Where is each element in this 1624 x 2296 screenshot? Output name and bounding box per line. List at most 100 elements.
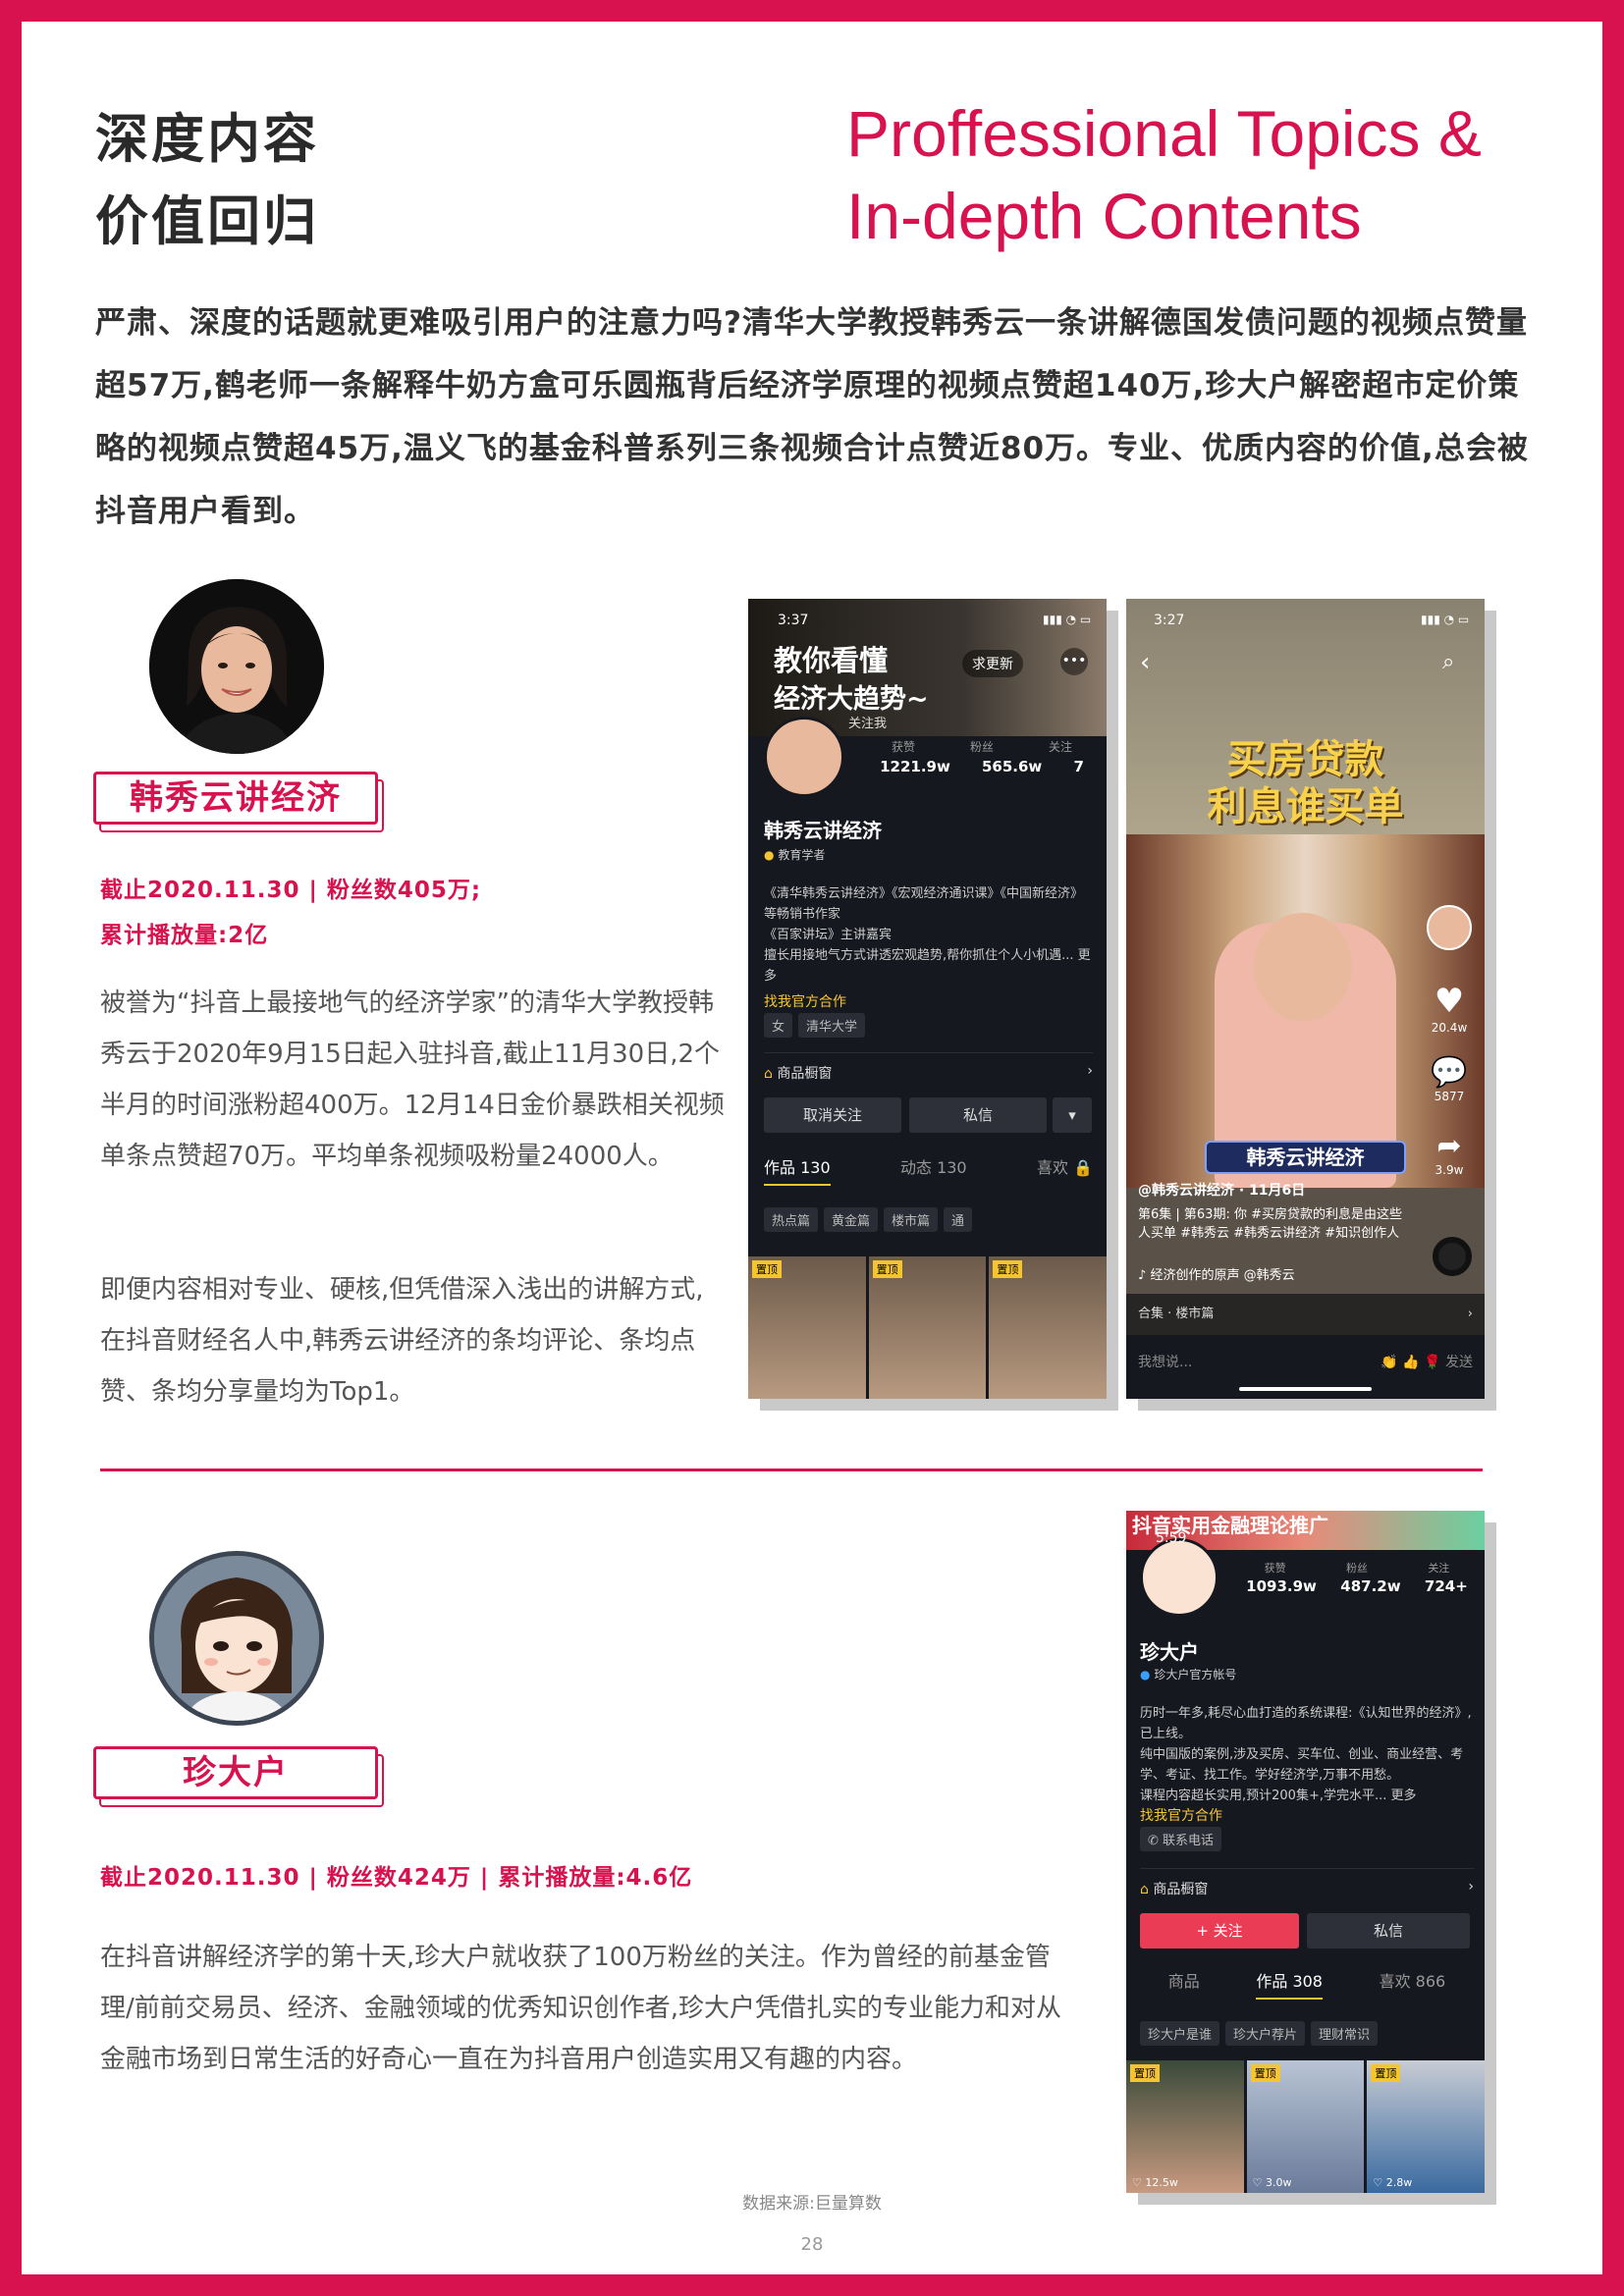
tab-likes[interactable]: 喜欢 🔒	[1037, 1154, 1093, 1186]
chinese-title-line2: 价值回归	[95, 190, 319, 252]
video-thumb[interactable]: 置顶	[868, 1256, 987, 1399]
avatar-han-xiuyun	[149, 579, 324, 754]
creator1-name-box: 韩秀云讲经济	[93, 772, 384, 832]
dropdown-icon[interactable]: ▾	[1053, 1097, 1092, 1133]
thumb-likes: ♡ 2.8w	[1373, 2176, 1413, 2189]
english-title: Proffessional Topics & In-depth Contents	[846, 92, 1482, 257]
intro-paragraph: 严肃、深度的话题就更难吸引用户的注意力吗?清华大学教授韩秀云一条讲解德国发债问题…	[95, 305, 1529, 529]
presenter-face	[1254, 913, 1352, 1021]
chip-finance[interactable]: 理财常识	[1311, 2021, 1379, 2046]
shop-text: 商品橱窗	[777, 1066, 833, 1082]
collection-chips: 珍大户是谁 珍大户荐片 理财常识	[1140, 2021, 1485, 2046]
tab-likes-text: 喜欢	[1036, 1158, 1068, 1177]
video-description: 第6集 | 第63期: 你 #买房贷款的利息是由这些人买单 #韩秀云 #韩秀云讲…	[1138, 1207, 1402, 1241]
chip-who[interactable]: 珍大户是谁	[1140, 2021, 1220, 2046]
official-cooperation-link[interactable]: 找我官方合作	[1140, 1805, 1222, 1825]
official-cooperation-link[interactable]: 找我官方合作	[764, 991, 846, 1011]
pin-badge: 置顶	[752, 1260, 782, 1278]
chinese-title: 深度内容 价值回归	[95, 98, 319, 263]
tab-works[interactable]: 作品 130	[764, 1154, 831, 1186]
video-thumb[interactable]: 置顶 ♡ 12.5w	[1126, 2060, 1244, 2193]
shop-window-row[interactable]: ⌂ 商品橱窗 ›	[764, 1052, 1093, 1083]
video-thumb[interactable]: 置顶	[748, 1256, 866, 1399]
collection-bar[interactable]: 合集 · 楼市篇 ›	[1126, 1294, 1485, 1335]
stat-label-likes: 获赞	[891, 740, 915, 754]
chip-gold[interactable]: 黄金篇	[824, 1207, 879, 1232]
bio-line3: 擅长用接地气方式讲透宏观趋势,帮你抓住个人小机遇... 更多	[764, 948, 1091, 984]
english-title-line2: In-depth Contents	[846, 180, 1362, 252]
status-icons: ▮▮▮ ◔ ▭	[1043, 613, 1092, 626]
badge-text: 教育学者	[778, 848, 826, 862]
follow-button[interactable]: + 关注	[1140, 1913, 1299, 1949]
author-avatar-button[interactable]	[1427, 905, 1472, 950]
search-icon[interactable]: ⌕	[1442, 650, 1454, 674]
send-button[interactable]: 发送	[1445, 1355, 1473, 1370]
stat-label-likes: 获赞	[1264, 1562, 1286, 1575]
chinese-title-line1: 深度内容	[95, 108, 319, 170]
pin-badge: 置顶	[1250, 2064, 1280, 2082]
comment-input[interactable]: 我想说...	[1138, 1335, 1192, 1399]
video-author[interactable]: @韩秀云讲经济 · 11月6日	[1138, 1180, 1413, 1200]
tab-moments[interactable]: 动态 130	[900, 1154, 967, 1186]
profile-stats-values: 1221.9w 565.6w 7	[864, 758, 1100, 775]
creator2-stats: 截止2020.11.30 | 粉丝数424万 | 累计播放量:4.6亿	[100, 1865, 693, 1891]
thumb-likes-value: 12.5w	[1145, 2176, 1178, 2189]
pin-badge: 置顶	[1130, 2064, 1160, 2082]
chip-property[interactable]: 楼市篇	[884, 1207, 939, 1232]
stat-value-fans: 487.2w	[1340, 1577, 1401, 1595]
stat-value-fans: 565.6w	[981, 758, 1043, 775]
video-thumb[interactable]: 置顶 ♡ 3.0w	[1246, 2060, 1365, 2193]
bio-line2: 纯中国版的案例,涉及买房、买车位、创业、商业经营、考学、考证、找工作。学好经济学…	[1140, 1747, 1464, 1783]
stat-value-following: 7	[1073, 758, 1084, 775]
profile-avatar[interactable]	[764, 717, 844, 797]
status-time: 5:59	[1156, 1530, 1187, 1546]
thumb-likes-value: 2.8w	[1385, 2176, 1413, 2189]
tab-works[interactable]: 作品 308	[1256, 1968, 1323, 2000]
emoji-icons[interactable]: 👏 👍 🌹 发送	[1380, 1335, 1473, 1399]
badge-text: 珍大户官方帐号	[1154, 1668, 1237, 1682]
caption-line1: 买房贷款	[1226, 737, 1384, 782]
message-button[interactable]: 私信	[909, 1097, 1047, 1133]
verified-icon: ●	[1140, 1668, 1151, 1682]
creator2-paragraph: 在抖音讲解经济学的第十天,珍大户就收获了100万粉丝的关注。作为曾经的前基金管理…	[100, 1943, 1062, 2074]
chip-films[interactable]: 珍大户荐片	[1225, 2021, 1306, 2046]
status-time: 3:27	[1154, 613, 1185, 628]
screenshot-profile-han: 3:37 ▮▮▮ ◔ ▭ 教你看懂 经济大趋势~ 关注我 求更新 ••• 获赞 …	[748, 599, 1107, 1399]
profile-tags: 女清华大学	[764, 1013, 871, 1038]
shop-window-row[interactable]: ⌂ 商品橱窗 ›	[1140, 1868, 1474, 1898]
shop-icon: ⌂	[764, 1066, 773, 1082]
comment-icon: 💬	[1431, 1055, 1468, 1090]
more-icon[interactable]: •••	[1060, 648, 1088, 675]
tab-products[interactable]: 商品	[1168, 1968, 1200, 2000]
chip-more[interactable]: 通	[944, 1207, 973, 1232]
profile-avatar[interactable]	[1140, 1538, 1218, 1617]
thumb-likes: ♡ 3.0w	[1252, 2176, 1292, 2189]
profile-bio: 《清华韩秀云讲经济》《宏观经济通识课》《中国新经济》等畅销书作家 《百家讲坛》主…	[764, 883, 1093, 987]
update-button[interactable]: 求更新	[962, 650, 1023, 677]
video-music[interactable]: ♪ 经济创作的原声 @韩秀云	[1138, 1264, 1413, 1283]
video-thumb[interactable]: 置顶	[989, 1256, 1107, 1399]
shop-window-label: ⌂ 商品橱窗	[764, 1063, 832, 1083]
pin-badge: 置顶	[993, 1260, 1023, 1278]
unfollow-button[interactable]: 取消关注	[764, 1097, 901, 1133]
lock-icon: 🔒	[1073, 1158, 1093, 1177]
profile-tabs: 作品 130 动态 130 喜欢 🔒	[764, 1154, 1093, 1186]
home-indicator	[1239, 1387, 1372, 1391]
back-icon[interactable]: ‹	[1140, 648, 1150, 677]
video-thumb[interactable]: 置顶 ♡ 2.8w	[1367, 2060, 1485, 2193]
collection-chips: 热点篇 黄金篇 楼市篇通	[764, 1207, 1107, 1232]
tab-likes[interactable]: 喜欢 866	[1380, 1968, 1446, 2000]
music-disc-icon[interactable]	[1433, 1237, 1472, 1276]
contact-tag[interactable]: ✆ 联系电话	[1140, 1827, 1227, 1851]
music-icon: ♪	[1138, 1268, 1147, 1283]
creator2-name: 珍大户	[93, 1746, 378, 1799]
stat-value-likes: 1093.9w	[1246, 1577, 1317, 1595]
phone-icon: ✆	[1148, 1834, 1159, 1848]
like-button[interactable]: ♥ 20.4w	[1425, 982, 1474, 1035]
chip-hot[interactable]: 热点篇	[764, 1207, 819, 1232]
data-source-note: 数据来源:巨量算数	[742, 2194, 882, 2214]
message-button[interactable]: 私信	[1307, 1913, 1470, 1949]
share-button[interactable]: ➦ 3.9w	[1425, 1129, 1474, 1177]
screenshot-video-han: 3:27 ▮▮▮ ◔ ▭ ‹ ⌕ 买房贷款 利息谁买单 ♥ 20.4w 💬 5877…	[1126, 599, 1485, 1399]
comment-button[interactable]: 💬 5877	[1425, 1055, 1474, 1103]
